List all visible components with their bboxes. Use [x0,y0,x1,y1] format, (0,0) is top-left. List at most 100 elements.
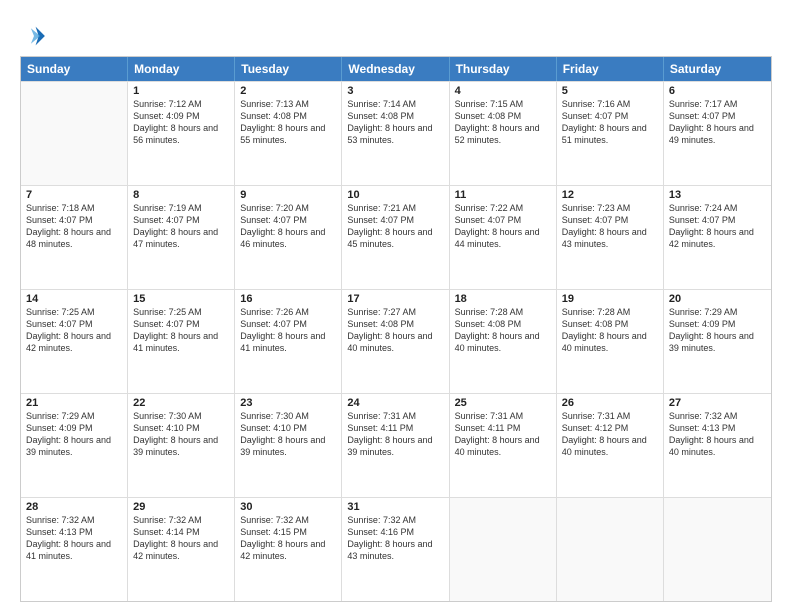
day-info: Sunrise: 7:31 AMSunset: 4:11 PMDaylight:… [347,410,443,459]
calendar-cell-21: 21Sunrise: 7:29 AMSunset: 4:09 PMDayligh… [21,394,128,497]
day-number: 24 [347,397,443,409]
day-info: Sunrise: 7:29 AMSunset: 4:09 PMDaylight:… [26,410,122,459]
day-number: 29 [133,501,229,513]
day-number: 11 [455,189,551,201]
calendar-cell-3: 3Sunrise: 7:14 AMSunset: 4:08 PMDaylight… [342,82,449,185]
calendar-cell-empty-4-4 [450,498,557,601]
day-info: Sunrise: 7:31 AMSunset: 4:12 PMDaylight:… [562,410,658,459]
day-info: Sunrise: 7:22 AMSunset: 4:07 PMDaylight:… [455,202,551,251]
calendar-cell-11: 11Sunrise: 7:22 AMSunset: 4:07 PMDayligh… [450,186,557,289]
day-number: 3 [347,85,443,97]
day-number: 4 [455,85,551,97]
calendar-cell-6: 6Sunrise: 7:17 AMSunset: 4:07 PMDaylight… [664,82,771,185]
day-info: Sunrise: 7:32 AMSunset: 4:13 PMDaylight:… [26,514,122,563]
logo-icon [20,22,48,50]
day-number: 9 [240,189,336,201]
weekday-header-friday: Friday [557,57,664,81]
day-number: 2 [240,85,336,97]
day-number: 20 [669,293,766,305]
calendar-cell-27: 27Sunrise: 7:32 AMSunset: 4:13 PMDayligh… [664,394,771,497]
day-number: 25 [455,397,551,409]
calendar-week-2: 7Sunrise: 7:18 AMSunset: 4:07 PMDaylight… [21,185,771,289]
calendar-week-5: 28Sunrise: 7:32 AMSunset: 4:13 PMDayligh… [21,497,771,601]
day-number: 27 [669,397,766,409]
day-info: Sunrise: 7:23 AMSunset: 4:07 PMDaylight:… [562,202,658,251]
day-info: Sunrise: 7:17 AMSunset: 4:07 PMDaylight:… [669,98,766,147]
calendar-week-1: 1Sunrise: 7:12 AMSunset: 4:09 PMDaylight… [21,81,771,185]
day-number: 1 [133,85,229,97]
day-number: 7 [26,189,122,201]
day-number: 5 [562,85,658,97]
day-number: 23 [240,397,336,409]
calendar-cell-2: 2Sunrise: 7:13 AMSunset: 4:08 PMDaylight… [235,82,342,185]
weekday-header-wednesday: Wednesday [342,57,449,81]
calendar-cell-9: 9Sunrise: 7:20 AMSunset: 4:07 PMDaylight… [235,186,342,289]
day-number: 14 [26,293,122,305]
calendar-cell-4: 4Sunrise: 7:15 AMSunset: 4:08 PMDaylight… [450,82,557,185]
day-number: 21 [26,397,122,409]
day-info: Sunrise: 7:32 AMSunset: 4:16 PMDaylight:… [347,514,443,563]
calendar-cell-28: 28Sunrise: 7:32 AMSunset: 4:13 PMDayligh… [21,498,128,601]
day-info: Sunrise: 7:19 AMSunset: 4:07 PMDaylight:… [133,202,229,251]
calendar-page: SundayMondayTuesdayWednesdayThursdayFrid… [0,0,792,612]
calendar-cell-1: 1Sunrise: 7:12 AMSunset: 4:09 PMDaylight… [128,82,235,185]
day-info: Sunrise: 7:14 AMSunset: 4:08 PMDaylight:… [347,98,443,147]
calendar-cell-19: 19Sunrise: 7:28 AMSunset: 4:08 PMDayligh… [557,290,664,393]
day-info: Sunrise: 7:24 AMSunset: 4:07 PMDaylight:… [669,202,766,251]
calendar-cell-30: 30Sunrise: 7:32 AMSunset: 4:15 PMDayligh… [235,498,342,601]
weekday-header-thursday: Thursday [450,57,557,81]
day-number: 31 [347,501,443,513]
day-info: Sunrise: 7:32 AMSunset: 4:15 PMDaylight:… [240,514,336,563]
calendar-cell-22: 22Sunrise: 7:30 AMSunset: 4:10 PMDayligh… [128,394,235,497]
calendar-cell-empty-4-6 [664,498,771,601]
day-info: Sunrise: 7:21 AMSunset: 4:07 PMDaylight:… [347,202,443,251]
calendar-cell-13: 13Sunrise: 7:24 AMSunset: 4:07 PMDayligh… [664,186,771,289]
page-header [20,18,772,50]
calendar-header: SundayMondayTuesdayWednesdayThursdayFrid… [21,57,771,81]
day-info: Sunrise: 7:13 AMSunset: 4:08 PMDaylight:… [240,98,336,147]
day-number: 10 [347,189,443,201]
calendar-cell-24: 24Sunrise: 7:31 AMSunset: 4:11 PMDayligh… [342,394,449,497]
weekday-header-monday: Monday [128,57,235,81]
calendar: SundayMondayTuesdayWednesdayThursdayFrid… [20,56,772,602]
calendar-cell-12: 12Sunrise: 7:23 AMSunset: 4:07 PMDayligh… [557,186,664,289]
calendar-cell-18: 18Sunrise: 7:28 AMSunset: 4:08 PMDayligh… [450,290,557,393]
calendar-cell-31: 31Sunrise: 7:32 AMSunset: 4:16 PMDayligh… [342,498,449,601]
calendar-cell-15: 15Sunrise: 7:25 AMSunset: 4:07 PMDayligh… [128,290,235,393]
day-info: Sunrise: 7:28 AMSunset: 4:08 PMDaylight:… [455,306,551,355]
day-number: 22 [133,397,229,409]
calendar-cell-5: 5Sunrise: 7:16 AMSunset: 4:07 PMDaylight… [557,82,664,185]
day-info: Sunrise: 7:28 AMSunset: 4:08 PMDaylight:… [562,306,658,355]
calendar-cell-empty-0-0 [21,82,128,185]
calendar-week-4: 21Sunrise: 7:29 AMSunset: 4:09 PMDayligh… [21,393,771,497]
day-info: Sunrise: 7:30 AMSunset: 4:10 PMDaylight:… [240,410,336,459]
day-info: Sunrise: 7:12 AMSunset: 4:09 PMDaylight:… [133,98,229,147]
calendar-cell-16: 16Sunrise: 7:26 AMSunset: 4:07 PMDayligh… [235,290,342,393]
calendar-cell-7: 7Sunrise: 7:18 AMSunset: 4:07 PMDaylight… [21,186,128,289]
day-info: Sunrise: 7:32 AMSunset: 4:14 PMDaylight:… [133,514,229,563]
day-number: 17 [347,293,443,305]
day-number: 19 [562,293,658,305]
calendar-cell-14: 14Sunrise: 7:25 AMSunset: 4:07 PMDayligh… [21,290,128,393]
calendar-cell-10: 10Sunrise: 7:21 AMSunset: 4:07 PMDayligh… [342,186,449,289]
calendar-cell-23: 23Sunrise: 7:30 AMSunset: 4:10 PMDayligh… [235,394,342,497]
calendar-cell-29: 29Sunrise: 7:32 AMSunset: 4:14 PMDayligh… [128,498,235,601]
day-info: Sunrise: 7:15 AMSunset: 4:08 PMDaylight:… [455,98,551,147]
calendar-cell-empty-4-5 [557,498,664,601]
day-info: Sunrise: 7:25 AMSunset: 4:07 PMDaylight:… [26,306,122,355]
weekday-header-saturday: Saturday [664,57,771,81]
day-number: 8 [133,189,229,201]
day-number: 26 [562,397,658,409]
calendar-week-3: 14Sunrise: 7:25 AMSunset: 4:07 PMDayligh… [21,289,771,393]
day-number: 30 [240,501,336,513]
logo [20,22,52,50]
calendar-cell-20: 20Sunrise: 7:29 AMSunset: 4:09 PMDayligh… [664,290,771,393]
day-info: Sunrise: 7:32 AMSunset: 4:13 PMDaylight:… [669,410,766,459]
day-info: Sunrise: 7:30 AMSunset: 4:10 PMDaylight:… [133,410,229,459]
calendar-cell-8: 8Sunrise: 7:19 AMSunset: 4:07 PMDaylight… [128,186,235,289]
calendar-cell-25: 25Sunrise: 7:31 AMSunset: 4:11 PMDayligh… [450,394,557,497]
weekday-header-tuesday: Tuesday [235,57,342,81]
calendar-body: 1Sunrise: 7:12 AMSunset: 4:09 PMDaylight… [21,81,771,601]
day-info: Sunrise: 7:16 AMSunset: 4:07 PMDaylight:… [562,98,658,147]
day-info: Sunrise: 7:20 AMSunset: 4:07 PMDaylight:… [240,202,336,251]
